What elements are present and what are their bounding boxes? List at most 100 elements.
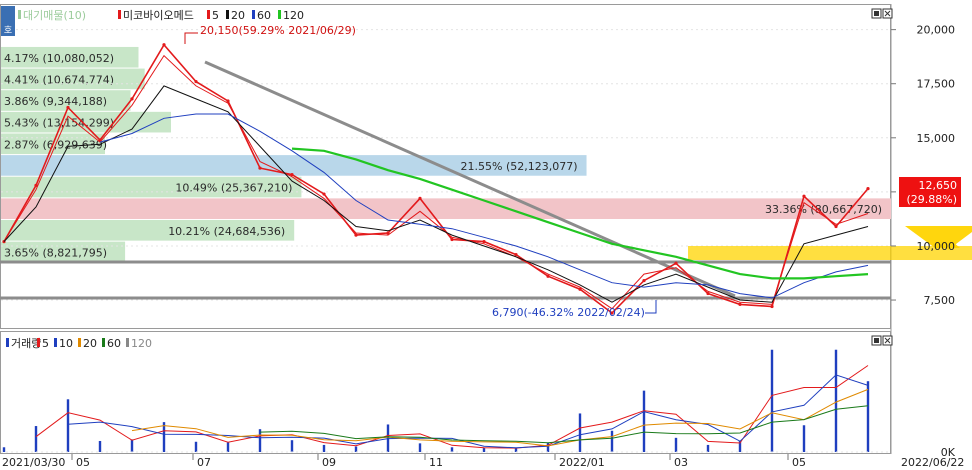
price-point xyxy=(642,278,646,283)
volume-panel-close-icon[interactable] xyxy=(882,335,893,346)
volume-profile-label: 21.55% (52,123,077) xyxy=(461,160,578,173)
volume-profile: 4.17% (10,080,052) 4.41% (10,674,774) 3.86… xyxy=(1,46,891,263)
volume-bar xyxy=(98,440,102,452)
legend-label: 20 xyxy=(231,9,245,22)
volume-bar xyxy=(546,442,550,452)
volume-legend: 거래량 5 10 20 60 120 xyxy=(6,337,152,350)
legend-label: 미코바이오메드 xyxy=(123,9,194,22)
volume-profile-label: 4.41% (10,674,774) xyxy=(4,73,114,86)
price-panel-close-icon[interactable] xyxy=(882,8,893,19)
volume-legend-swatch xyxy=(78,338,81,347)
current-price-label: 12,650 xyxy=(919,179,958,192)
volume-bar xyxy=(770,349,774,452)
volume-bar xyxy=(706,444,710,452)
volume-panel-maximize-icon[interactable] xyxy=(871,335,882,346)
current-change-label: (29.88%) xyxy=(906,193,957,206)
price-point xyxy=(514,253,518,257)
volume-bar xyxy=(610,430,614,452)
legend-label: 5 xyxy=(212,9,219,22)
volume-legend-swatch xyxy=(126,338,129,347)
price-point xyxy=(450,237,454,242)
volume-ma-line-10 xyxy=(67,374,869,449)
volume-bar xyxy=(226,442,230,452)
volume-legend-label: 10 xyxy=(59,337,73,350)
volume-legend-label: 60 xyxy=(107,337,121,350)
volume-bar xyxy=(194,441,198,452)
legend-swatch xyxy=(278,10,281,19)
legend-swatch xyxy=(252,10,255,19)
volume-legend-label: 120 xyxy=(131,337,152,350)
volume-bar xyxy=(322,444,326,452)
volume-bar xyxy=(258,429,262,452)
price-point xyxy=(674,261,678,265)
volume-legend-label: 5 xyxy=(42,337,49,350)
volume-legend-label: 거래량 xyxy=(11,337,41,350)
volume-bar xyxy=(2,447,6,452)
x-tick-label: 05 xyxy=(76,456,90,469)
low-annotation-arrow xyxy=(645,300,657,314)
volume-bar xyxy=(130,439,134,452)
volume-bar xyxy=(482,448,486,452)
volume-legend-swatch xyxy=(54,338,57,347)
volume-bar xyxy=(418,443,422,452)
volume-bar xyxy=(354,446,358,452)
price-point xyxy=(738,302,742,306)
volume-ma-line-5 xyxy=(35,365,869,449)
price-point xyxy=(354,233,358,237)
legend-swatch xyxy=(118,10,121,19)
price-point xyxy=(194,79,198,84)
legend-swatch xyxy=(207,10,210,19)
volume-bar xyxy=(802,425,806,452)
high-annotation-arrow xyxy=(184,32,198,44)
high-annotation: 20,150(59.29% 2021/06/29) xyxy=(200,24,356,37)
volume-legend-swatch xyxy=(6,338,9,347)
volume-legend-label: 20 xyxy=(83,337,97,350)
price-tick-label: 15,000 xyxy=(917,132,956,145)
low-annotation: 6,790(-46.32% 2022/02/24) xyxy=(492,306,645,319)
stock-chart: 4.17% (10,080,052) 4.41% (10,674,774) 3.86… xyxy=(0,4,972,469)
volume-bar xyxy=(578,413,582,452)
volume-profile-label: 10.21% (24,684,536) xyxy=(168,225,285,238)
x-tick-label: 05 xyxy=(792,456,806,469)
volume-bar xyxy=(674,437,678,452)
volume-profile-label: 3.65% (8,821,795) xyxy=(4,246,107,259)
price-point xyxy=(802,194,806,198)
price-point xyxy=(66,105,70,110)
price-panel-maximize-icon[interactable] xyxy=(871,8,882,19)
price-point xyxy=(546,274,550,278)
price-point xyxy=(770,304,774,309)
price-point xyxy=(482,240,486,244)
volume-bar xyxy=(642,390,646,452)
volume-profile-label: 4.17% (10,080,052) xyxy=(4,52,114,65)
volume-bar xyxy=(866,381,870,452)
legend-swatch xyxy=(18,10,21,19)
legend-label: 60 xyxy=(257,9,271,22)
volume-bar xyxy=(66,399,70,452)
legend-swatch xyxy=(226,10,229,19)
volume-bar xyxy=(834,349,838,452)
x-tick-label: 09 xyxy=(322,456,336,469)
volume-profile-label: 3.86% (9,344,188) xyxy=(4,95,107,108)
x-tick-label: 07 xyxy=(197,456,211,469)
volume-profile-band xyxy=(1,198,891,219)
legend-label: 120 xyxy=(283,9,304,22)
legend-label: 대기매물(10) xyxy=(23,9,86,22)
volume-bar xyxy=(514,448,518,452)
price-point xyxy=(162,43,166,47)
price-point xyxy=(418,196,422,200)
volume-profile-label: 10.49% (25,367,210) xyxy=(175,182,292,195)
price-point xyxy=(866,187,870,191)
price-point xyxy=(322,192,326,196)
price-tick-label: 20,000 xyxy=(917,24,956,37)
price-tick-label: 10,000 xyxy=(917,240,956,253)
x-tick-label: 2021/03/30 xyxy=(2,456,65,469)
volume-legend-swatch xyxy=(102,338,105,347)
price-tick-label: 17,500 xyxy=(917,78,956,91)
volume-legend-swatch xyxy=(37,338,40,347)
volume-bar xyxy=(450,447,454,452)
x-tick-label: 2022/06/22 xyxy=(901,456,964,469)
price-point xyxy=(130,97,134,101)
price-point xyxy=(706,291,710,296)
volume-bar xyxy=(34,426,38,452)
x-tick-label: 2022/01 xyxy=(559,456,605,469)
